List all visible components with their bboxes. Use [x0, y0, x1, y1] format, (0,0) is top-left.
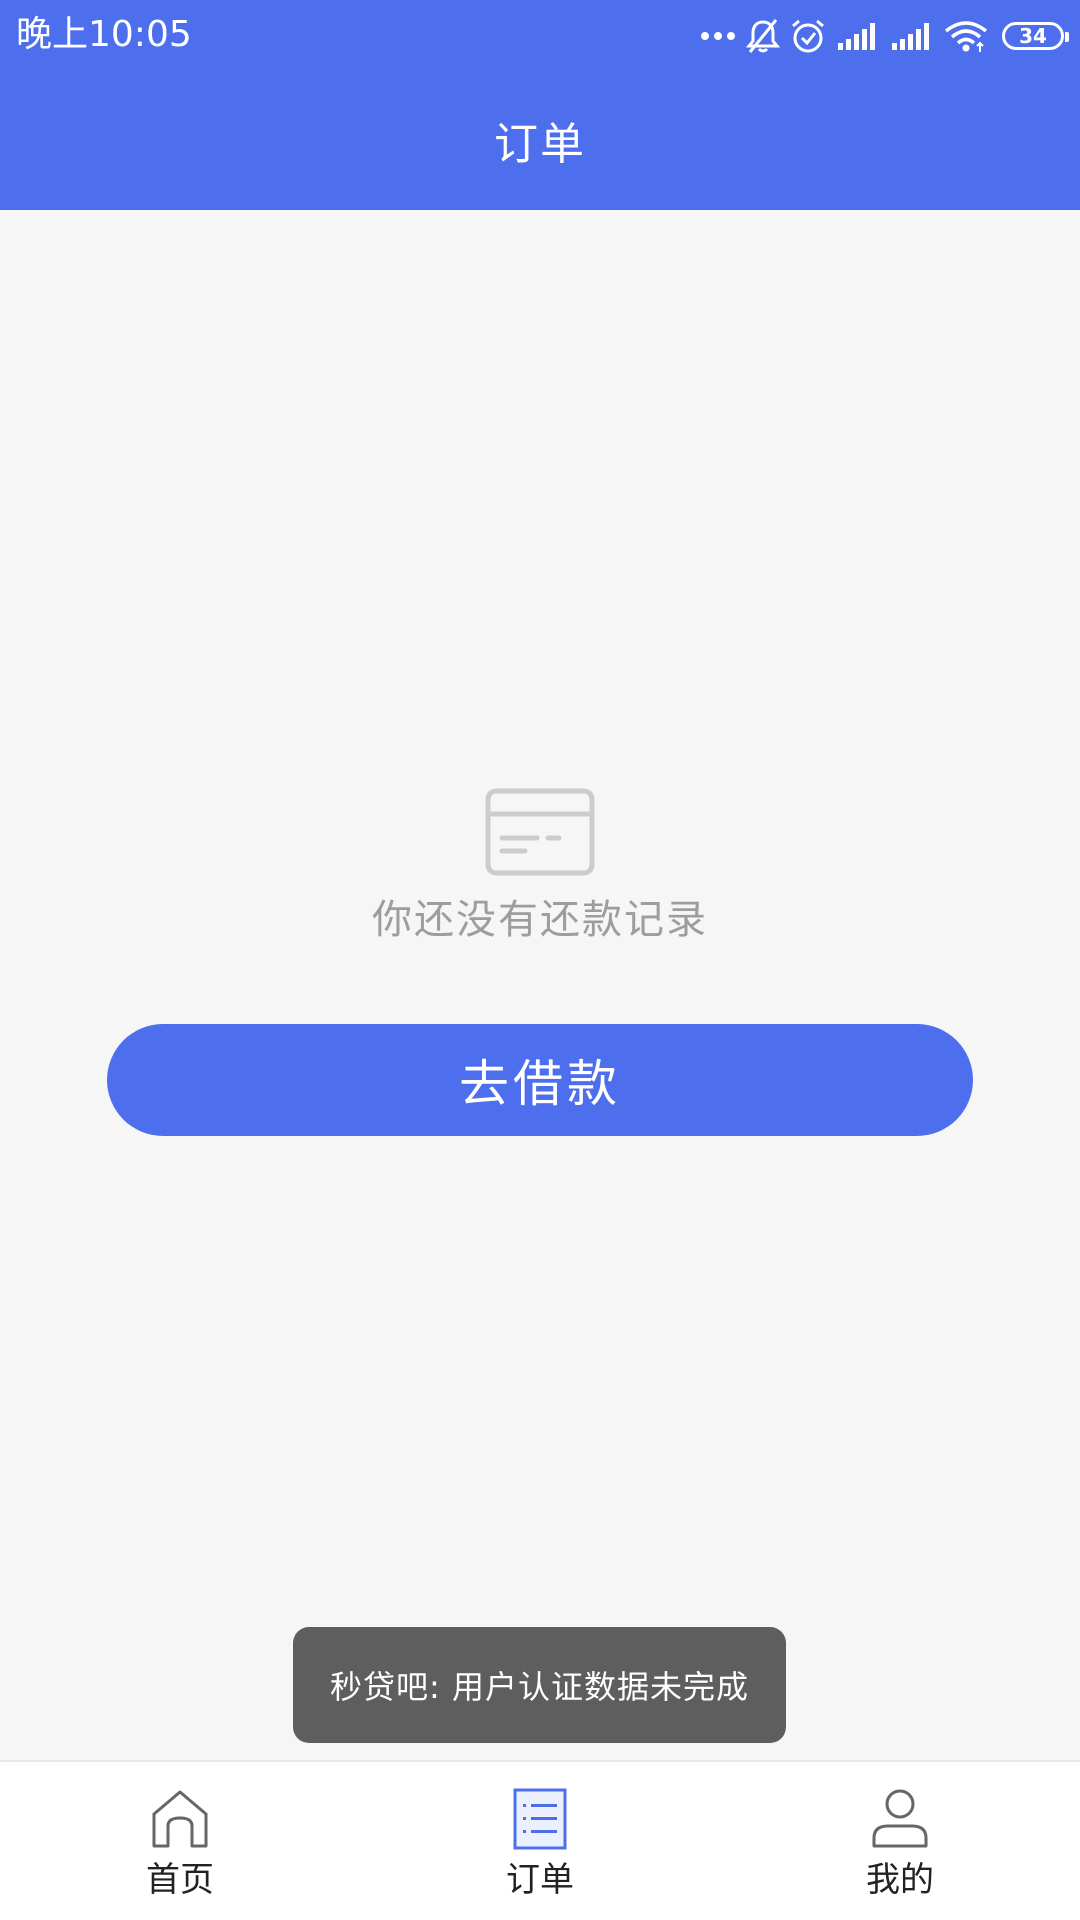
- signal-icon: [838, 23, 875, 50]
- empty-message: 你还没有还款记录: [372, 897, 708, 943]
- status-icons: 34: [700, 14, 1069, 58]
- order-list-icon: [513, 1788, 567, 1850]
- nav-label-home: 首页: [146, 1860, 214, 1900]
- nav-item-home[interactable]: 首页: [0, 1762, 360, 1920]
- title-bar: 订单: [0, 70, 1080, 210]
- app-screen: 晚上10:05 34 订单 你还没有还款记录 去借款 秒贷吧: 用户认证数据未完…: [0, 0, 1080, 1920]
- nav-label-mine: 我的: [866, 1860, 934, 1900]
- mute-bell-icon: [746, 19, 780, 53]
- bottom-nav: 首页 订单 我的: [0, 1760, 1080, 1920]
- header: 晚上10:05 34 订单: [0, 0, 1080, 210]
- toast-message: 秒贷吧: 用户认证数据未完成: [330, 1668, 749, 1706]
- borrow-button[interactable]: 去借款: [107, 1024, 973, 1136]
- nav-item-mine[interactable]: 我的: [720, 1762, 1080, 1920]
- status-bar: 晚上10:05 34: [0, 0, 1080, 70]
- battery-level: 34: [1019, 24, 1047, 48]
- wifi-icon: [944, 21, 988, 52]
- signal-icon: [892, 23, 929, 50]
- more-dots-icon: [701, 32, 735, 40]
- toast: 秒贷吧: 用户认证数据未完成: [293, 1627, 786, 1743]
- battery-icon: 34: [1002, 22, 1069, 50]
- home-icon: [152, 1790, 208, 1848]
- nav-item-orders[interactable]: 订单: [360, 1762, 720, 1920]
- user-icon: [872, 1789, 928, 1848]
- card-icon: [485, 788, 595, 876]
- nav-label-orders: 订单: [506, 1860, 574, 1900]
- status-time: 晚上10:05: [16, 14, 192, 55]
- alarm-icon: [792, 19, 824, 53]
- page-title: 订单: [494, 119, 586, 170]
